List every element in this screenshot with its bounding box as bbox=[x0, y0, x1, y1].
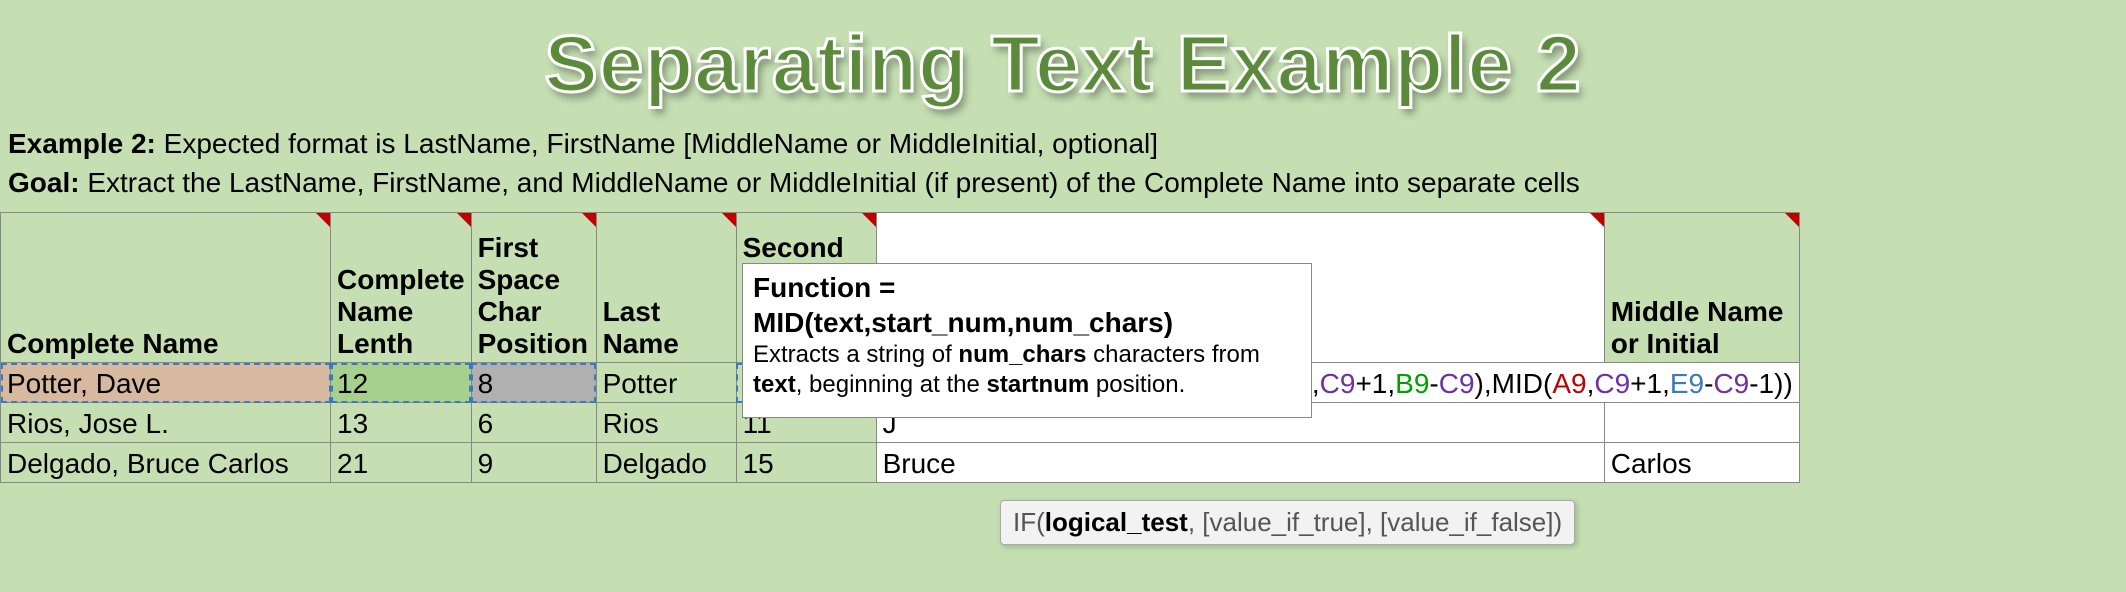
cell[interactable]: Rios, Jose L. bbox=[1, 403, 331, 443]
example-text: Expected format is LastName, FirstName [… bbox=[156, 128, 1158, 159]
cell-c9[interactable]: 8 bbox=[471, 363, 596, 403]
formula-minus: - bbox=[1429, 368, 1438, 399]
cell-a9[interactable]: Potter, Dave bbox=[1, 363, 331, 403]
cell[interactable]: 13 bbox=[331, 403, 472, 443]
cell[interactable] bbox=[1604, 403, 1799, 443]
header-first-space[interactable]: First Space Char Position bbox=[471, 213, 596, 363]
formula-comma: , bbox=[1312, 368, 1320, 399]
comment-tooltip: Function = MID(text,start_num,num_chars)… bbox=[742, 263, 1312, 418]
page-title: Separating Text Example 2 bbox=[0, 0, 2126, 110]
cell-d9[interactable]: Potter bbox=[596, 363, 736, 403]
cell[interactable]: Bruce bbox=[876, 443, 1604, 483]
ref-c9: C9 bbox=[1439, 368, 1475, 399]
example-line: Example 2: Expected format is LastName, … bbox=[8, 124, 2118, 163]
cell[interactable]: Delgado, Bruce Carlos bbox=[1, 443, 331, 483]
formula-comma: , bbox=[1662, 368, 1670, 399]
cell[interactable]: Delgado bbox=[596, 443, 736, 483]
goal-text: Extract the LastName, FirstName, and Mid… bbox=[80, 167, 1580, 198]
description-block: Example 2: Expected format is LastName, … bbox=[0, 110, 2126, 202]
ref-e9: E9 bbox=[1670, 368, 1704, 399]
formula-end: -1)) bbox=[1749, 368, 1793, 399]
table-row: Delgado, Bruce Carlos 21 9 Delgado 15 Br… bbox=[1, 443, 1800, 483]
ref-c9: C9 bbox=[1594, 368, 1630, 399]
example-label: Example 2: bbox=[8, 128, 156, 159]
formula-hint-tooltip[interactable]: IF(logical_test, [value_if_true], [value… bbox=[1000, 500, 1575, 545]
cell[interactable]: 15 bbox=[736, 443, 876, 483]
ref-b9: B9 bbox=[1395, 368, 1429, 399]
tooltip-line2: Extracts a string of num_chars character… bbox=[753, 340, 1301, 400]
goal-line: Goal: Extract the LastName, FirstName, a… bbox=[8, 163, 2118, 202]
goal-label: Goal: bbox=[8, 167, 80, 198]
tooltip-bold: num_chars bbox=[958, 341, 1086, 368]
ref-c9: C9 bbox=[1713, 368, 1749, 399]
header-last[interactable]: Last Name bbox=[596, 213, 736, 363]
cell[interactable]: Rios bbox=[596, 403, 736, 443]
cell-b9[interactable]: 12 bbox=[331, 363, 472, 403]
cell[interactable]: Carlos bbox=[1604, 443, 1799, 483]
tooltip-text: , beginning at the bbox=[796, 371, 987, 398]
tooltip-line1b: MID(text,start_num,num_chars) bbox=[753, 305, 1301, 340]
cell[interactable]: 9 bbox=[471, 443, 596, 483]
tooltip-text: position. bbox=[1089, 371, 1185, 398]
formula-plus1: +1 bbox=[1630, 368, 1662, 399]
tooltip-line1a: Function = bbox=[753, 270, 1301, 305]
tooltip-bold: text bbox=[753, 371, 796, 398]
header-complete-name[interactable]: Complete Name bbox=[1, 213, 331, 363]
tooltip-text: characters from bbox=[1086, 341, 1259, 368]
hint-fn: IF( bbox=[1013, 507, 1045, 537]
ref-c9: C9 bbox=[1320, 368, 1356, 399]
hint-arg-bold[interactable]: logical_test bbox=[1045, 507, 1188, 537]
formula-plus1: +1 bbox=[1355, 368, 1387, 399]
hint-rest: , [value_if_true], [value_if_false]) bbox=[1188, 507, 1562, 537]
header-middle[interactable]: Middle Name or Initial bbox=[1604, 213, 1799, 363]
header-len[interactable]: Complete Name Lenth bbox=[331, 213, 472, 363]
cell[interactable]: 6 bbox=[471, 403, 596, 443]
ref-a9: A9 bbox=[1552, 368, 1586, 399]
formula-part: ),MID( bbox=[1475, 368, 1553, 399]
formula-comma: , bbox=[1387, 368, 1395, 399]
tooltip-bold: startnum bbox=[987, 371, 1090, 398]
tooltip-text: Extracts a string of bbox=[753, 341, 958, 368]
cell[interactable]: 21 bbox=[331, 443, 472, 483]
